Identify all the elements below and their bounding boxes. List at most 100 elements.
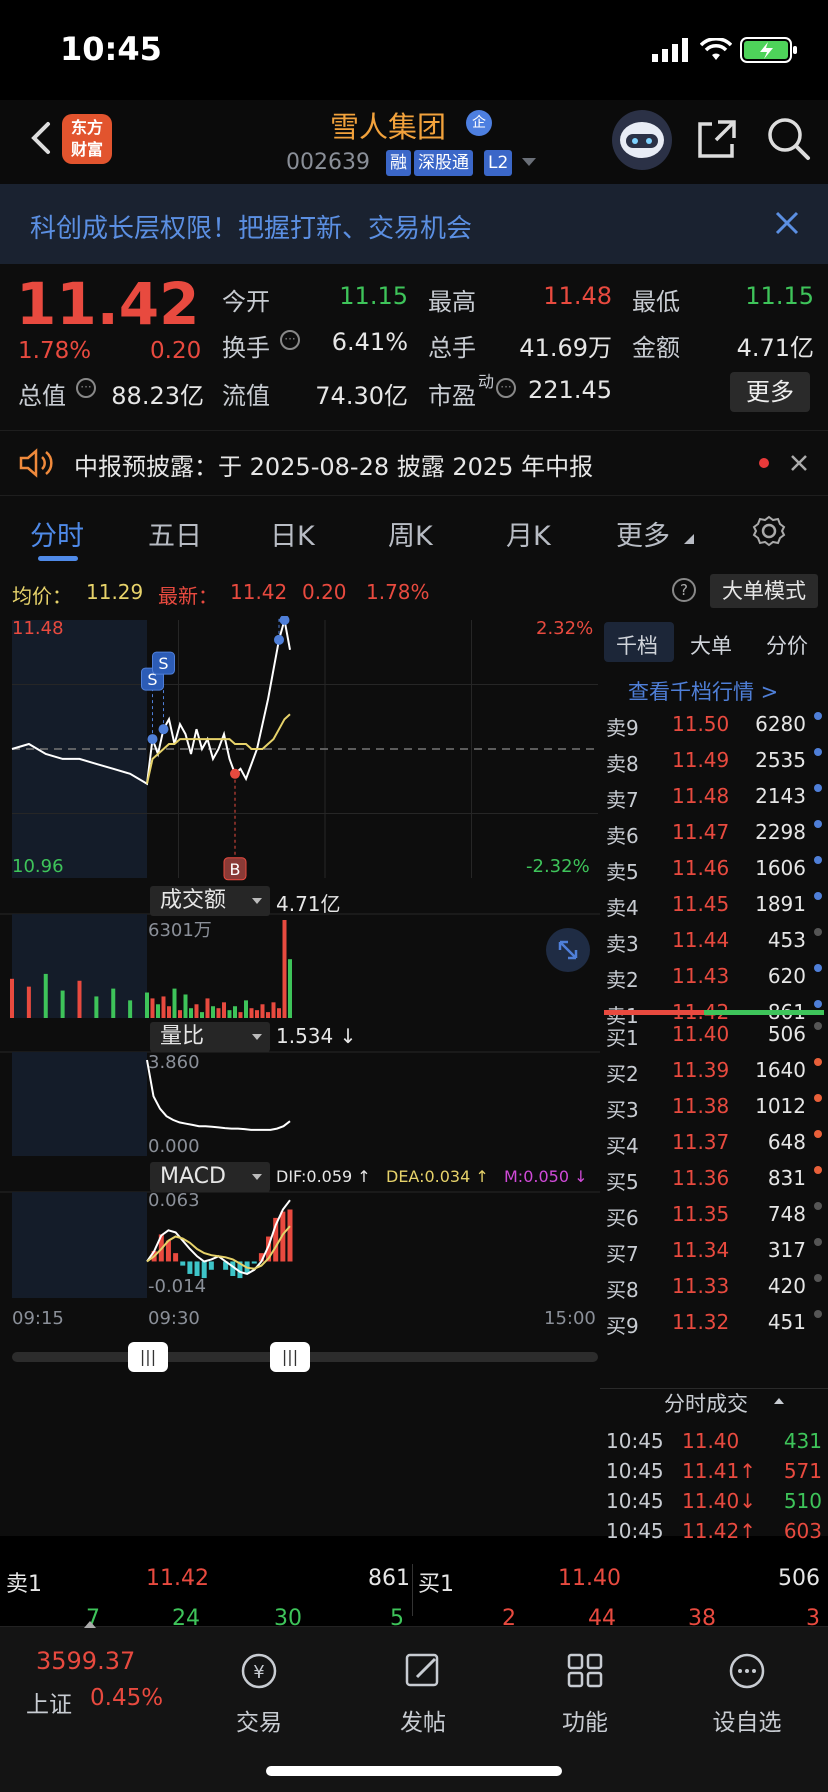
ob-volume: 2535 (755, 748, 806, 772)
intraday-chart-area[interactable]: SSBSS 11.48 2.32% 10.96 -2.32% 成交额 4.71亿… (0, 522, 600, 1536)
bid-row[interactable]: 买1 11.40 506 (600, 1016, 828, 1052)
float-cap-label: 流值 (222, 382, 270, 410)
caret-up-icon[interactable] (774, 1398, 784, 1404)
bid-row[interactable]: 买9 11.32 451 (600, 1304, 828, 1340)
pct-bottom-label: -2.32% (526, 856, 590, 877)
current-price: 11.42 (16, 270, 200, 338)
range-handle-left[interactable]: ||| (128, 1342, 168, 1372)
market-cap-value: 88.23亿 (111, 382, 204, 410)
index-ticker[interactable]: 3599.37 上证 0.45% (0, 1621, 180, 1757)
chevron-down-icon[interactable] (522, 158, 536, 166)
ask-row[interactable]: 卖4 11.45 1891 (600, 886, 828, 922)
pe-dynamic-sup: 动 (478, 372, 495, 391)
ob-volume: 1891 (755, 892, 806, 916)
high-label: 最高 (428, 288, 476, 316)
ask-row[interactable]: 卖9 11.50 6280 (600, 706, 828, 742)
ask-row[interactable]: 卖3 11.44 453 (600, 922, 828, 958)
bid-row[interactable]: 买2 11.39 1640 (600, 1052, 828, 1088)
notice-text[interactable]: 中报预披露：于 2025-08-28 披露 2025 年中报 (74, 447, 593, 482)
tab-daily-k[interactable]: 日K (270, 514, 315, 553)
tab-five-day[interactable]: 五日 (148, 514, 202, 553)
tab-big-orders[interactable]: 大单 (690, 630, 732, 660)
svg-text:¥: ¥ (253, 1662, 264, 1683)
bid-row[interactable]: 买4 11.37 648 (600, 1124, 828, 1160)
stock-code[interactable]: 002639 (286, 150, 370, 175)
info-dots-icon[interactable]: ··· (280, 330, 300, 350)
bid-row[interactable]: 买3 11.38 1012 (600, 1088, 828, 1124)
info-dots-icon[interactable]: ··· (496, 378, 516, 398)
bid-row[interactable]: 买5 11.36 831 (600, 1160, 828, 1196)
ob-level-label: 卖3 (606, 932, 639, 956)
ask1-volume: 861 (368, 1566, 410, 1591)
tab-weekly-k[interactable]: 周K (388, 514, 433, 553)
ask-row[interactable]: 卖7 11.48 2143 (600, 778, 828, 814)
volume-bar (255, 1010, 259, 1018)
info-dots-icon[interactable]: ··· (76, 378, 96, 398)
tab-depth[interactable]: 千档 (616, 630, 658, 660)
volume-bar (145, 992, 149, 1018)
nav-post[interactable]: 发帖 (368, 1651, 478, 1737)
caret-down-icon (252, 898, 262, 904)
ob-volume: 317 (767, 1238, 806, 1262)
volume-ratio-select[interactable]: 量比 (150, 1022, 270, 1052)
ob-level-label: 卖5 (606, 860, 639, 884)
ask-row[interactable]: 卖8 11.49 2535 (600, 742, 828, 778)
promo-banner-text[interactable]: 科创成长层权限！把握打新、交易机会 (30, 208, 472, 245)
tab-more[interactable]: 更多 (616, 514, 670, 553)
tick-price: 11.41↑ (682, 1459, 757, 1483)
promo-banner[interactable]: 科创成长层权限！把握打新、交易机会 (0, 184, 828, 264)
ob-level-label: 卖8 (606, 752, 639, 776)
ob-dot (814, 1166, 822, 1174)
range-handle-right[interactable]: ||| (270, 1342, 310, 1372)
volume-bar (266, 1012, 270, 1018)
tick-price: 11.42↑ (682, 1519, 757, 1543)
volume-bar (216, 1008, 221, 1018)
bid-row[interactable]: 买8 11.33 420 (600, 1268, 828, 1304)
status-time: 10:45 (60, 30, 162, 68)
x-label-close: 15:00 (544, 1308, 596, 1329)
open-label: 今开 (222, 288, 270, 316)
volume-bar (205, 998, 210, 1018)
stock-name[interactable]: 雪人集团 (330, 104, 446, 146)
search-icon[interactable] (764, 114, 812, 162)
help-icon[interactable]: ? (672, 578, 696, 602)
expand-icon[interactable] (546, 928, 590, 972)
ob-level-label: 买8 (606, 1278, 639, 1302)
tab-price-distribution[interactable]: 分价 (766, 630, 808, 660)
ask-row[interactable]: 卖2 11.43 620 (600, 958, 828, 994)
ob-dot (814, 748, 822, 756)
nav-functions[interactable]: 功能 (530, 1651, 640, 1737)
ob-volume: 1012 (755, 1094, 806, 1118)
ticks-title[interactable]: 分时成交 (664, 1388, 748, 1418)
brand-logo[interactable]: 东方 财富 (62, 114, 112, 164)
tab-intraday[interactable]: 分时 (30, 514, 84, 553)
assistant-robot-icon[interactable] (612, 110, 672, 170)
ask-row[interactable]: 卖5 11.46 1606 (600, 850, 828, 886)
more-button[interactable]: 更多 (730, 372, 810, 412)
caret-down-icon (252, 1174, 262, 1180)
ask1-price: 11.42 (146, 1566, 209, 1591)
gear-icon[interactable] (752, 514, 786, 548)
ask1-label: 卖1 (6, 1572, 42, 1597)
nav-trade[interactable]: ¥ 交易 (204, 1651, 314, 1737)
bid-row[interactable]: 买6 11.35 748 (600, 1196, 828, 1232)
big-order-mode-button[interactable]: 大单模式 (710, 574, 818, 608)
stock-header: 东方 财富 雪人集团 企 002639 融 深股通 L2 (0, 100, 828, 184)
volume-bar (244, 1000, 248, 1018)
close-icon[interactable] (790, 454, 808, 472)
share-icon[interactable] (694, 116, 740, 162)
intraday-chart[interactable]: SSBSS (0, 522, 600, 1536)
bid-row[interactable]: 买7 11.34 317 (600, 1232, 828, 1268)
macd-select[interactable]: MACD (150, 1162, 270, 1192)
trade-icon: ¥ (241, 1653, 277, 1689)
tab-monthly-k[interactable]: 月K (506, 514, 551, 553)
depth-link[interactable]: 查看千档行情 > (628, 676, 778, 706)
close-icon[interactable] (774, 210, 800, 236)
ob-dot (814, 856, 822, 864)
back-arrow-icon[interactable] (22, 118, 62, 158)
volume-indicator-select[interactable]: 成交额 (150, 886, 270, 916)
notice-bar[interactable]: 中报预披露：于 2025-08-28 披露 2025 年中报 (0, 430, 828, 496)
ask-row[interactable]: 卖6 11.47 2298 (600, 814, 828, 850)
ob-price: 11.43 (672, 964, 730, 988)
nav-watchlist[interactable]: 设自选 (692, 1651, 802, 1737)
